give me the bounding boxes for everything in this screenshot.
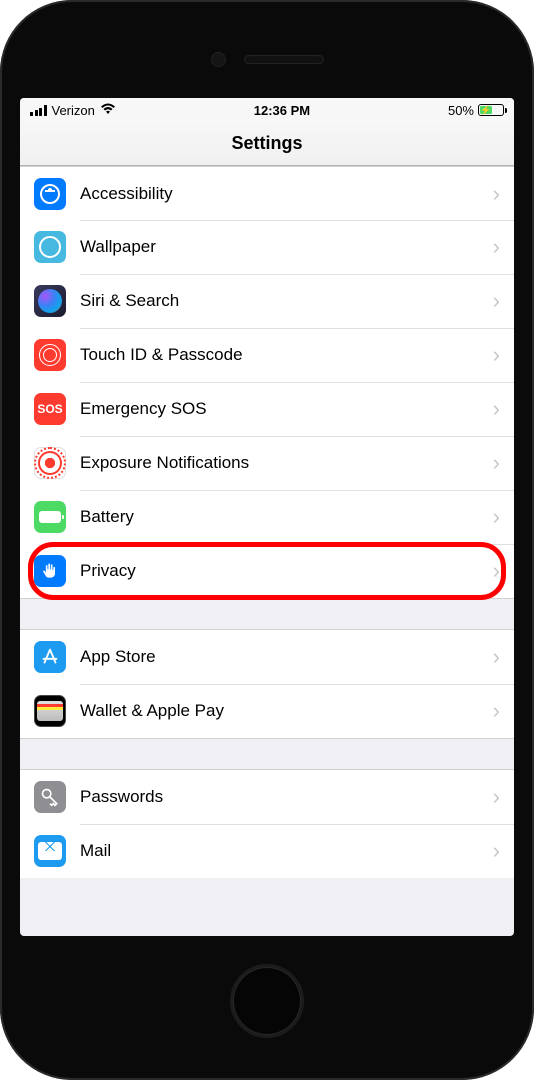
settings-list[interactable]: Accessibility › Wallpaper › Siri & Searc… xyxy=(20,166,514,936)
chevron-right-icon: › xyxy=(493,450,500,476)
battery-icon: ⚡ xyxy=(478,104,504,116)
chevron-right-icon: › xyxy=(493,558,500,584)
status-left: Verizon xyxy=(30,102,116,118)
battery-icon xyxy=(34,501,66,533)
chevron-right-icon: › xyxy=(493,181,500,207)
chevron-right-icon: › xyxy=(493,342,500,368)
screen: Verizon 12:36 PM 50% ⚡ Settings Accessib… xyxy=(20,98,514,936)
sos-icon: SOS xyxy=(34,393,66,425)
mail-icon xyxy=(34,835,66,867)
status-bar: Verizon 12:36 PM 50% ⚡ xyxy=(20,98,514,122)
touchid-icon xyxy=(34,339,66,371)
group-separator xyxy=(20,598,514,630)
row-label: Siri & Search xyxy=(80,291,493,311)
siri-icon xyxy=(34,285,66,317)
wifi-icon xyxy=(100,102,116,118)
home-button[interactable] xyxy=(230,964,304,1038)
phone-bottom-bezel xyxy=(20,936,514,1066)
appstore-icon xyxy=(34,641,66,673)
battery-pct: 50% xyxy=(448,103,474,118)
row-label: Privacy xyxy=(80,561,493,581)
phone-frame: Verizon 12:36 PM 50% ⚡ Settings Accessib… xyxy=(0,0,534,1080)
row-sos[interactable]: SOS Emergency SOS › xyxy=(20,382,514,436)
group-separator xyxy=(20,738,514,770)
row-label: Passwords xyxy=(80,787,493,807)
chevron-right-icon: › xyxy=(493,288,500,314)
row-battery[interactable]: Battery › xyxy=(20,490,514,544)
carrier-label: Verizon xyxy=(52,103,95,118)
row-passwords[interactable]: Passwords › xyxy=(20,770,514,824)
page-title: Settings xyxy=(231,133,302,154)
status-right: 50% ⚡ xyxy=(448,103,504,118)
exposure-icon xyxy=(34,447,66,479)
row-label: Emergency SOS xyxy=(80,399,493,419)
speaker-grille xyxy=(244,55,324,64)
wallet-icon xyxy=(34,695,66,727)
front-camera xyxy=(211,52,226,67)
row-label: Wallet & Apple Pay xyxy=(80,701,493,721)
row-label: Exposure Notifications xyxy=(80,453,493,473)
row-touchid[interactable]: Touch ID & Passcode › xyxy=(20,328,514,382)
row-appstore[interactable]: App Store › xyxy=(20,630,514,684)
chevron-right-icon: › xyxy=(493,698,500,724)
wallpaper-icon xyxy=(34,231,66,263)
row-mail[interactable]: Mail › xyxy=(20,824,514,878)
row-exposure[interactable]: Exposure Notifications › xyxy=(20,436,514,490)
row-label: Mail xyxy=(80,841,493,861)
row-wallpaper[interactable]: Wallpaper › xyxy=(20,220,514,274)
nav-bar: Settings xyxy=(20,122,514,166)
chevron-right-icon: › xyxy=(493,644,500,670)
row-label: App Store xyxy=(80,647,493,667)
row-accessibility[interactable]: Accessibility › xyxy=(20,166,514,220)
chevron-right-icon: › xyxy=(493,838,500,864)
row-wallet[interactable]: Wallet & Apple Pay › xyxy=(20,684,514,738)
row-label: Wallpaper xyxy=(80,237,493,257)
clock: 12:36 PM xyxy=(254,103,310,118)
row-label: Accessibility xyxy=(80,184,493,204)
row-privacy[interactable]: Privacy › xyxy=(20,544,514,598)
accessibility-icon xyxy=(34,178,66,210)
chevron-right-icon: › xyxy=(493,396,500,422)
chevron-right-icon: › xyxy=(493,784,500,810)
row-label: Battery xyxy=(80,507,493,527)
signal-icon xyxy=(30,105,47,116)
chevron-right-icon: › xyxy=(493,504,500,530)
chevron-right-icon: › xyxy=(493,234,500,260)
privacy-icon xyxy=(34,555,66,587)
phone-top-bezel xyxy=(20,20,514,98)
passwords-icon xyxy=(34,781,66,813)
row-siri[interactable]: Siri & Search › xyxy=(20,274,514,328)
row-label: Touch ID & Passcode xyxy=(80,345,493,365)
